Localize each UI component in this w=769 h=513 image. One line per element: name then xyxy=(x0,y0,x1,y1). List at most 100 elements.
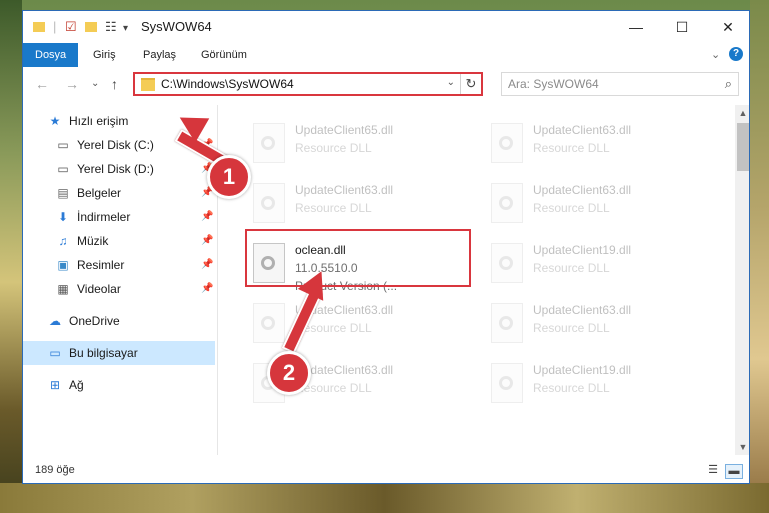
tab-share[interactable]: Paylaş xyxy=(143,43,176,67)
nav-item-documents[interactable]: ▤ Belgeler 📌 xyxy=(23,181,215,205)
search-input[interactable]: Ara: SysWOW64 ⌕ xyxy=(501,72,739,96)
dll-file-icon xyxy=(491,363,523,403)
address-bar[interactable]: C:\Windows\SysWOW64 ⌄ ↻ xyxy=(133,72,483,96)
nav-item-videos[interactable]: ▦ Videolar 📌 xyxy=(23,277,215,301)
ribbon-expand-icon[interactable]: ⌄ xyxy=(711,48,720,61)
nav-label: Resimler xyxy=(77,258,125,272)
step1-badge: 1 xyxy=(207,155,251,199)
dll-file-icon xyxy=(491,243,523,283)
nav-item-pictures[interactable]: ▣ Resimler 📌 xyxy=(23,253,215,277)
videos-icon: ▦ xyxy=(57,282,69,296)
title-bar: | ☑ ☷ ▾ SysWOW64 — ☐ ✕ xyxy=(23,11,749,43)
recent-locations-icon[interactable]: ⌄ xyxy=(91,78,99,89)
pin-icon[interactable]: 📌 xyxy=(201,229,213,253)
scroll-down-icon[interactable]: ▼ xyxy=(735,439,749,455)
vertical-scrollbar[interactable]: ▲ ▼ xyxy=(735,105,749,455)
window-title: SysWOW64 xyxy=(141,19,212,34)
forward-arrow-icon[interactable]: → xyxy=(65,76,79,92)
file-item[interactable]: UpdateClient19.dll Resource DLL xyxy=(481,239,701,295)
file-description: Resource DLL xyxy=(295,201,372,215)
navigation-pane: ★ Hızlı erişim ▭ Yerel Disk (C:) 📌 ▭ Yer… xyxy=(23,105,218,455)
details-view-icon[interactable]: ☰ xyxy=(705,464,721,477)
nav-item-this-pc[interactable]: ▭ Bu bilgisayar xyxy=(23,341,215,365)
nav-label: Bu bilgisayar xyxy=(69,346,138,360)
maximize-button[interactable]: ☐ xyxy=(659,11,705,43)
folder-icon xyxy=(141,78,155,91)
minimize-button[interactable]: — xyxy=(613,11,659,43)
explorer-window: | ☑ ☷ ▾ SysWOW64 — ☐ ✕ Dosya Giriş Payla… xyxy=(22,10,750,484)
tab-view[interactable]: Görünüm xyxy=(201,43,247,67)
new-folder-icon[interactable] xyxy=(85,22,97,32)
chevron-down-icon[interactable]: ▾ xyxy=(123,21,128,37)
nav-label: İndirmeler xyxy=(77,210,131,224)
nav-label: Belgeler xyxy=(77,186,122,200)
file-item[interactable]: UpdateClient63.dll Resource DLL xyxy=(243,299,463,355)
file-description: Resource DLL xyxy=(533,201,610,215)
customize-toolbar-icon[interactable]: ☷ xyxy=(105,19,117,35)
scroll-thumb[interactable] xyxy=(737,123,749,171)
nav-item-onedrive[interactable]: ☁ OneDrive xyxy=(23,309,215,333)
up-arrow-icon[interactable]: ↑ xyxy=(111,76,118,92)
file-name: UpdateClient63.dll xyxy=(533,303,632,317)
step2-badge: 2 xyxy=(267,351,311,395)
address-dropdown-icon[interactable]: ⌄ xyxy=(447,77,455,88)
file-item[interactable]: UpdateClient19.dll Resource DLL xyxy=(481,359,701,415)
nav-label: Ağ xyxy=(69,378,84,392)
drive-icon: ▭ xyxy=(57,138,69,152)
pin-icon[interactable]: 📌 xyxy=(201,277,213,301)
desktop-background-bottom xyxy=(0,483,769,513)
address-path[interactable]: C:\Windows\SysWOW64 xyxy=(161,77,294,91)
nav-item-music[interactable]: ♫ Müzik 📌 xyxy=(23,229,215,253)
file-name: UpdateClient65.dll xyxy=(295,123,394,137)
back-arrow-icon[interactable]: ← xyxy=(35,76,49,92)
dll-file-icon xyxy=(253,123,285,163)
pictures-icon: ▣ xyxy=(57,258,69,272)
address-row: ← → ⌄ ↑ C:\Windows\SysWOW64 ⌄ ↻ Ara: Sys… xyxy=(23,67,749,101)
nav-label: OneDrive xyxy=(69,314,120,328)
downloads-icon: ⬇ xyxy=(57,210,69,224)
help-icon[interactable]: ? xyxy=(729,47,743,61)
file-item[interactable]: UpdateClient63.dll Resource DLL xyxy=(481,119,701,175)
file-name: UpdateClient19.dll xyxy=(533,243,632,257)
file-item[interactable]: UpdateClient63.dll Resource DLL xyxy=(481,299,701,355)
separator: | xyxy=(53,19,57,34)
nav-item-network[interactable]: ⊞ Ağ xyxy=(23,373,215,397)
file-description: Resource DLL xyxy=(295,141,372,155)
properties-icon[interactable]: ☑ xyxy=(65,19,77,35)
desktop-background-left xyxy=(0,0,22,513)
tab-home[interactable]: Giriş xyxy=(93,43,116,67)
refresh-icon[interactable]: ↻ xyxy=(460,74,481,94)
file-name: UpdateClient63.dll xyxy=(533,183,632,197)
item-count: 189 öğe xyxy=(35,464,75,476)
nav-label: Videolar xyxy=(77,282,121,296)
pin-icon[interactable]: 📌 xyxy=(201,205,213,229)
dll-file-icon xyxy=(253,183,285,223)
search-icon[interactable]: ⌕ xyxy=(725,76,732,92)
drive-icon: ▭ xyxy=(57,162,69,176)
nav-label: Yerel Disk (C:) xyxy=(77,138,154,152)
file-description: Resource DLL xyxy=(533,141,610,155)
computer-icon: ▭ xyxy=(49,346,61,360)
dll-file-icon xyxy=(491,303,523,343)
star-icon: ★ xyxy=(49,114,61,128)
file-description: Resource DLL xyxy=(533,381,610,395)
network-icon: ⊞ xyxy=(49,378,61,392)
file-name: UpdateClient63.dll xyxy=(533,123,632,137)
file-item[interactable]: UpdateClient63.dll Resource DLL xyxy=(481,179,701,235)
dll-file-icon xyxy=(253,303,285,343)
scroll-up-icon[interactable]: ▲ xyxy=(735,105,749,121)
large-icons-view-icon[interactable]: ▬ xyxy=(725,464,743,479)
file-item[interactable]: UpdateClient63.dll Resource DLL xyxy=(243,179,463,235)
nav-item-disk-d[interactable]: ▭ Yerel Disk (D:) 📌 xyxy=(23,157,215,181)
file-item[interactable]: UpdateClient65.dll Resource DLL xyxy=(243,119,463,175)
nav-label: Yerel Disk (D:) xyxy=(77,162,154,176)
close-button[interactable]: ✕ xyxy=(705,11,749,43)
file-description: Resource DLL xyxy=(533,261,610,275)
tab-file[interactable]: Dosya xyxy=(23,43,79,67)
pin-icon[interactable]: 📌 xyxy=(201,253,213,277)
cloud-icon: ☁ xyxy=(49,314,61,328)
ribbon-tabs: Dosya Giriş Paylaş Görünüm ⌄ ? xyxy=(23,43,749,67)
nav-label: Hızlı erişim xyxy=(69,114,129,128)
file-description: Resource DLL xyxy=(533,321,610,335)
nav-item-downloads[interactable]: ⬇ İndirmeler 📌 xyxy=(23,205,215,229)
